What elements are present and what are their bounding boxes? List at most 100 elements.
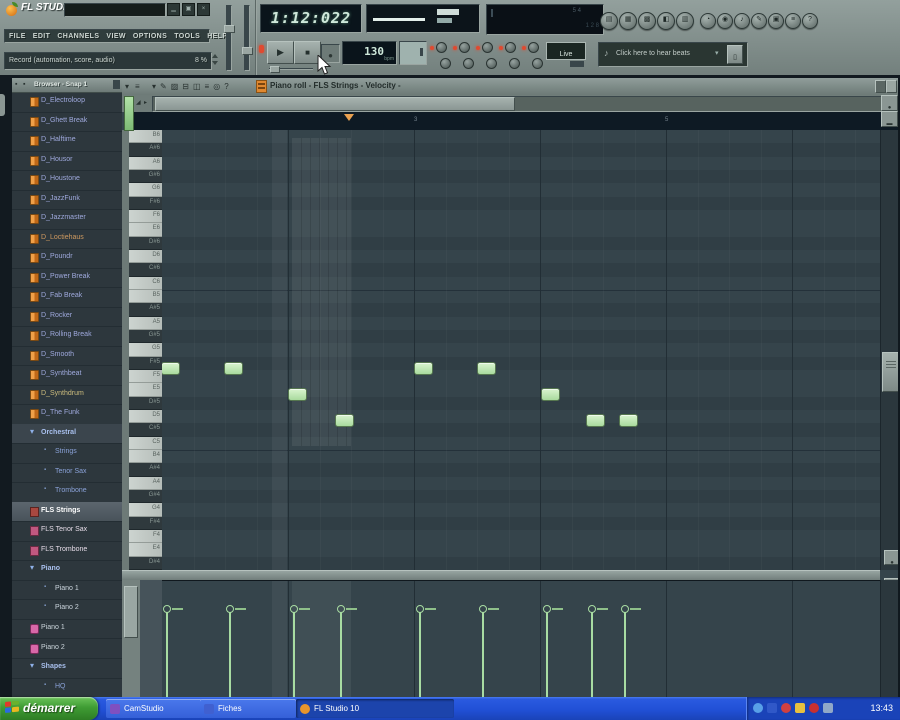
browser-item[interactable]: D_Power Break (12, 268, 122, 289)
tray-icon[interactable] (781, 703, 791, 713)
play-button[interactable]: ▶ (267, 41, 294, 64)
pr-snap-icon[interactable]: ≡ (135, 80, 140, 93)
piano-key[interactable]: G6 (129, 183, 162, 197)
audio-preview-button[interactable]: ♪ (734, 13, 750, 29)
tray-icon[interactable] (753, 703, 763, 713)
mixer-knob[interactable] (440, 58, 451, 69)
pr-timeline[interactable]: 35 (134, 112, 900, 131)
playhead-marker[interactable] (344, 114, 354, 121)
piano-key[interactable]: B5 (129, 290, 162, 304)
browser-item[interactable]: Piano 1 (12, 619, 122, 640)
velocity-stem[interactable] (166, 612, 168, 698)
menu-item-view[interactable]: VIEW (106, 33, 126, 40)
menu-item-options[interactable]: OPTIONS (133, 33, 167, 40)
menu-item-help[interactable]: HELP (207, 33, 227, 40)
browser-item[interactable]: ▪ Piano 1 (12, 580, 122, 601)
piano-roll-toolbar[interactable]: ▾ ≡ ▾ ✎ ▨ ⊟ ◫ ≡ ◎? Piano roll - FLS Strings - … (122, 78, 900, 96)
mixer-knob[interactable] (528, 42, 539, 53)
browser-item[interactable]: ▪ HQ (12, 678, 122, 698)
snap-icon[interactable]: ▾ (152, 80, 156, 93)
pat-song-led[interactable] (259, 45, 264, 53)
brush-icon[interactable]: ▨ (171, 80, 179, 93)
pr-options-icon[interactable]: ▾ (125, 80, 129, 93)
tray-icon[interactable] (767, 703, 777, 713)
piano-key[interactable]: C#6 (129, 263, 162, 277)
pr-scroll-page-button[interactable]: ▬ (881, 111, 898, 127)
maximize-button[interactable]: ▣ (182, 3, 195, 16)
piano-key[interactable]: G#4 (129, 490, 162, 504)
note[interactable] (541, 388, 560, 401)
pr-zoom2-icon[interactable]: ▸ (144, 97, 147, 110)
piano-key[interactable]: F4 (129, 530, 162, 544)
select-icon[interactable]: ◎ (213, 80, 220, 93)
browser-item[interactable]: D_Synthdrum (12, 385, 122, 406)
shuffle-slider[interactable] (269, 66, 313, 73)
slice-icon[interactable]: ≡ (205, 80, 210, 93)
pr-vscrollbar[interactable] (880, 130, 900, 570)
velocity-stem[interactable] (546, 612, 548, 698)
browser-menu-icon[interactable]: ▪ (15, 78, 17, 91)
piano-key[interactable]: D#4 (129, 556, 162, 570)
piano-key[interactable]: B4 (129, 450, 162, 464)
browser-item[interactable]: D_Jazzmaster (12, 209, 122, 230)
piano-key[interactable]: D6 (129, 250, 162, 264)
pr-hscrollbar-thumb[interactable] (155, 97, 515, 111)
note[interactable] (288, 388, 307, 401)
mixer-button[interactable]: ▥ (676, 12, 694, 30)
browser-item[interactable]: D_Synthbeat (12, 365, 122, 386)
browser-item[interactable]: D_Ghett Break (12, 112, 122, 132)
note[interactable] (224, 362, 243, 375)
browser-item[interactable]: D_Houstone (12, 170, 122, 191)
project-info-button[interactable]: ▣ (768, 13, 784, 29)
pencil-icon[interactable]: ✎ (160, 80, 167, 93)
settings-button[interactable]: ≡ (785, 13, 801, 29)
piano-key[interactable]: C6 (129, 276, 162, 290)
mixer-knob[interactable] (482, 42, 493, 53)
piano-key[interactable]: D#5 (129, 396, 162, 410)
piano-key[interactable]: A5 (129, 316, 162, 330)
step-sequencer-button[interactable]: ▦ (619, 12, 637, 30)
tray-icon[interactable] (823, 703, 833, 713)
start-button[interactable]: démarrer (0, 697, 98, 720)
wave-editor-button[interactable]: ◔ (700, 13, 716, 29)
piano-key[interactable]: A#5 (129, 303, 162, 317)
piano-key[interactable]: A#4 (129, 463, 162, 477)
pr-zoom-icon[interactable]: ◢ (136, 97, 141, 110)
mixer-knob[interactable] (486, 58, 497, 69)
taskbar-button[interactable]: Fiches (200, 699, 296, 718)
mute-icon[interactable]: ◫ (193, 80, 201, 93)
piano-key[interactable]: D5 (129, 410, 162, 424)
browser-item[interactable]: D_Halftime (12, 131, 122, 152)
browser-item[interactable]: D_Rocker (12, 307, 122, 328)
piano-key[interactable]: G#5 (129, 330, 162, 344)
velocity-stem[interactable] (293, 612, 295, 698)
edit-events-button[interactable]: ✎ (751, 13, 767, 29)
piano-key[interactable]: G#6 (129, 170, 162, 184)
velocity-stem[interactable] (229, 612, 231, 698)
master-volume-slider[interactable] (224, 5, 235, 71)
browser-item[interactable]: D_Rolling Break (12, 326, 122, 347)
piano-key[interactable]: E5 (129, 383, 162, 397)
vel-scale-handle[interactable] (124, 586, 138, 638)
help-button[interactable]: ? (802, 13, 818, 29)
mixer-knob[interactable] (459, 42, 470, 53)
piano-key[interactable]: G5 (129, 343, 162, 357)
hint-down-arrow[interactable] (212, 61, 218, 65)
velocity-stem[interactable] (482, 612, 484, 698)
live-mode-box[interactable]: Live (546, 42, 586, 60)
browser-item[interactable]: D_The Funk (12, 404, 122, 425)
browser-item[interactable]: D_Loctiehaus (12, 229, 122, 250)
tray-icon[interactable] (795, 703, 805, 713)
pattern-display[interactable] (399, 41, 427, 65)
browser-item[interactable]: D_Poundr (12, 248, 122, 269)
pr-hscrollbar-track[interactable] (152, 96, 900, 112)
browser-item[interactable]: ▪ Strings (12, 443, 122, 464)
piano-roll-button[interactable]: ▩ (638, 12, 656, 30)
time-display[interactable]: 1:12:022 (260, 4, 362, 33)
note-preview-bar[interactable] (124, 96, 134, 131)
pr-scroll-up-button[interactable]: ● (881, 95, 898, 111)
browser-item[interactable]: ▾ Orchestral (12, 423, 122, 445)
note[interactable] (414, 362, 433, 375)
note[interactable] (335, 414, 354, 427)
browser-item[interactable]: ▾ Piano (12, 560, 122, 581)
